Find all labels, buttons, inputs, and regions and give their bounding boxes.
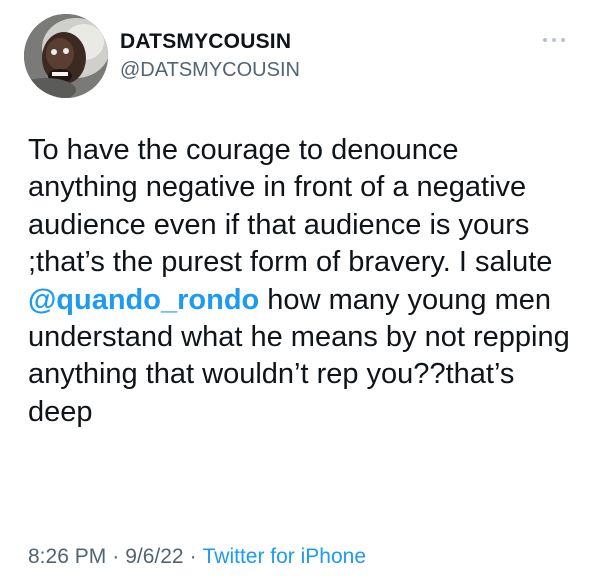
author-handle[interactable]: @DATSMYCOUSIN <box>120 59 300 82</box>
more-options-button[interactable] <box>539 30 569 50</box>
author-display-name[interactable]: DATSMYCOUSIN <box>120 30 291 54</box>
tweet-text-part: To have the courage to denounce anything… <box>28 134 553 279</box>
mention-link[interactable]: @quando_rondo <box>28 284 259 316</box>
tweet-meta: 8:26 PM · 9/6/22 · Twitter for iPhone <box>28 545 366 569</box>
tweet-text: To have the courage to denounce anything… <box>28 132 573 431</box>
avatar-image <box>24 14 108 98</box>
meta-separator: · <box>189 545 197 568</box>
tweet-card: DATSMYCOUSIN @DATSMYCOUSIN To have the c… <box>0 0 595 587</box>
more-dots-icon <box>543 38 565 42</box>
tweet-time[interactable]: 8:26 PM <box>28 545 106 568</box>
tweet-date[interactable]: 9/6/22 <box>125 545 183 568</box>
tweet-source-link[interactable]: Twitter for iPhone <box>203 545 366 568</box>
meta-separator: · <box>112 545 120 568</box>
avatar[interactable] <box>24 14 108 98</box>
